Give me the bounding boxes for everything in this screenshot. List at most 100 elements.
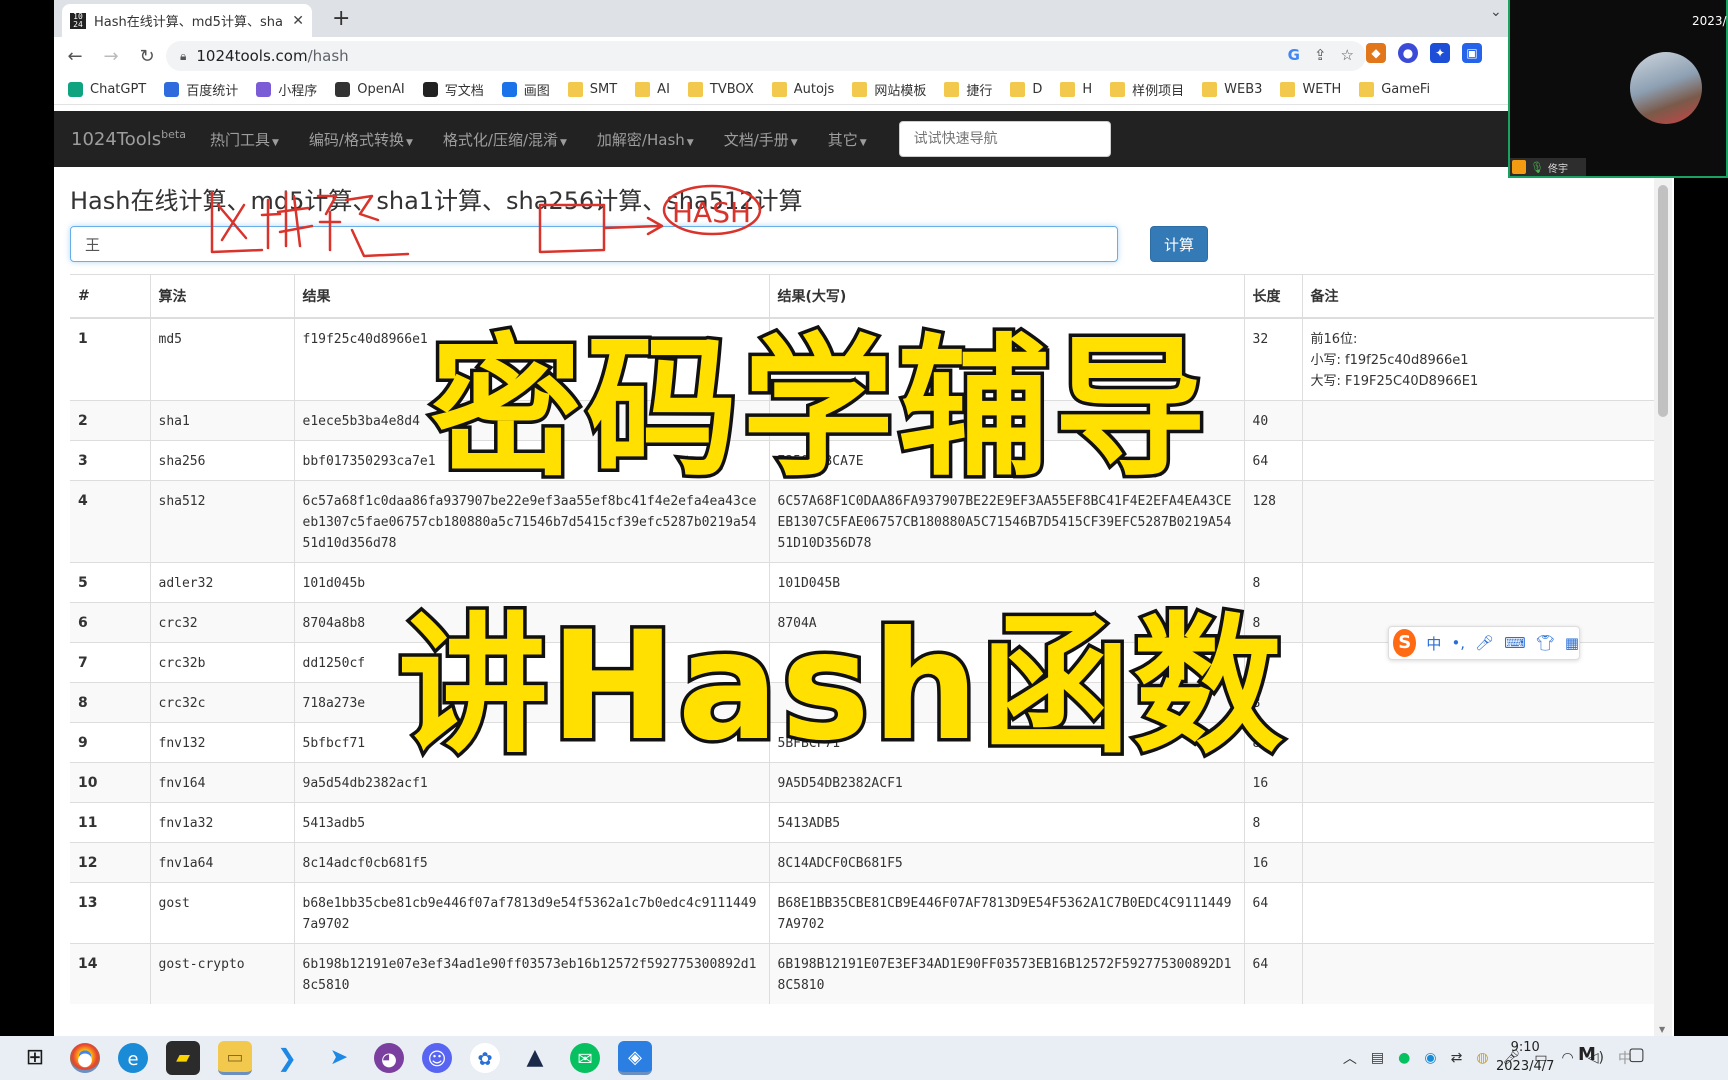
screen: 10 24 Hash在线计算、md5计算、sha ✕ + ⌄ ← → ↻ 🔒︎ 1… [0, 0, 1728, 1080]
ime-lang-toggle[interactable]: 中 [1426, 633, 1441, 654]
bookmark-item[interactable]: OpenAI [335, 82, 405, 97]
folder-icon [852, 82, 868, 97]
bookmark-item[interactable]: 捷行 [944, 80, 992, 99]
bookmark-item[interactable]: 网站模板 [852, 80, 926, 99]
bookmark-item[interactable]: 样例项目 [1110, 80, 1184, 99]
nav-other[interactable]: 其它 ▼ [828, 129, 867, 150]
toolbox-grid-icon[interactable]: ▦ [1565, 634, 1579, 652]
extension-user-icon[interactable]: ▣ [1462, 43, 1482, 63]
bookmark-item[interactable]: GameFi [1359, 82, 1430, 97]
notification-icon[interactable]: ▢ [1628, 1044, 1645, 1065]
microphone-icon[interactable]: 🎤︎ [1475, 634, 1494, 652]
bookmark-item[interactable]: ChatGPT [68, 82, 146, 97]
tray-settings-icon[interactable]: ⇄ [1451, 1050, 1463, 1066]
browser-window: 10 24 Hash在线计算、md5计算、sha ✕ + ⌄ ← → ↻ 🔒︎ 1… [54, 0, 1674, 1036]
algorithm-cell: sha512 [149, 480, 294, 563]
tray-cat-icon[interactable]: ◍ [1476, 1050, 1488, 1066]
tray-wifi-icon[interactable]: ◠ [1562, 1050, 1574, 1066]
bookmark-item[interactable]: D [1010, 82, 1042, 97]
sogou-logo-icon[interactable]: S [1393, 629, 1417, 657]
bookmark-label: WETH [1302, 82, 1342, 97]
bookmark-item[interactable]: 百度统计 [164, 80, 238, 99]
windows-taskbar: ⊞ ● e ▰ ▭ ❯ ➤ ◕ ☺ ✿ ▲ ✉ ◈ ︿ ▤ ● ◉ ⇄ ◍ 🎤︎… [0, 1036, 1728, 1080]
nav-format[interactable]: 格式化/压缩/混淆 ▼ [443, 129, 567, 150]
algorithm-cell: fnv164 [149, 762, 294, 803]
ime-floating-toolbar[interactable]: S 中 •, 🎤︎ ⌨ 👕︎ ▦ [1388, 626, 1580, 660]
browser-tab[interactable]: 10 24 Hash在线计算、md5计算、sha ✕ [62, 4, 312, 37]
nav-crypto-hash[interactable]: 加解密/Hash ▼ [597, 129, 694, 150]
sticky-notes-taskbar-icon[interactable]: ▰ [166, 1041, 200, 1075]
bookmark-label: TVBOX [709, 82, 754, 97]
bookmark-label: 样例项目 [1132, 84, 1185, 99]
overlay-caption-line2: 讲Hash函数 [395, 597, 1287, 778]
bookmark-item[interactable]: AI [635, 82, 670, 97]
bookmark-item[interactable]: 画图 [501, 80, 550, 99]
tab-search-chevron-icon[interactable]: ⌄ [1490, 4, 1502, 20]
tray-app-icon[interactable]: ▤ [1371, 1050, 1384, 1066]
new-tab-button[interactable]: + [332, 6, 350, 31]
back-arrow-icon[interactable]: ← [60, 46, 90, 67]
row-index: 10 [70, 762, 150, 803]
meeting-app-taskbar-icon[interactable]: ◈ [618, 1041, 652, 1075]
bookmark-star-icon[interactable]: ☆ [1341, 46, 1354, 64]
github-taskbar-icon[interactable]: ◕ [374, 1043, 404, 1073]
note-cell [1301, 842, 1658, 883]
nav-docs[interactable]: 文档/手册 ▼ [724, 129, 798, 150]
edge-taskbar-icon[interactable]: e [118, 1043, 148, 1073]
scrollbar-thumb[interactable] [1658, 185, 1668, 417]
ime-punctuation-toggle[interactable]: •, [1451, 634, 1465, 652]
tab-title: Hash在线计算、md5计算、sha [94, 15, 283, 30]
algorithm-cell: crc32b [149, 642, 294, 683]
chrome-taskbar-icon[interactable]: ● [70, 1043, 100, 1073]
skin-shirt-icon[interactable]: 👕︎ [1536, 634, 1555, 652]
result-upper-cell: 8C14ADCF0CB681F5 [768, 842, 1244, 883]
address-bar[interactable]: 🔒︎ 1024tools.com/hash G ⇪ ☆ [166, 41, 1366, 71]
bookmark-item[interactable]: 小程序 [256, 80, 317, 99]
tray-wechat-icon[interactable]: ● [1398, 1050, 1410, 1066]
bookmark-item[interactable]: SMT [567, 82, 617, 97]
vscode-taskbar-icon[interactable]: ❯ [270, 1041, 304, 1075]
keyboard-icon[interactable]: ⌨ [1504, 634, 1526, 652]
extension-icons: ◆ ● ✦ ▣ [1366, 43, 1482, 63]
row-index: 2 [70, 400, 150, 441]
bookmark-item[interactable]: WETH [1280, 82, 1341, 97]
reload-icon[interactable]: ↻ [132, 46, 162, 67]
windows-start-icon[interactable]: ⊞ [18, 1041, 52, 1075]
feishu-taskbar-icon[interactable]: ➤ [322, 1041, 356, 1075]
bookmark-item[interactable]: 写文档 [422, 80, 484, 99]
bookmark-item[interactable]: H [1060, 82, 1092, 97]
discord-taskbar-icon[interactable]: ☺ [422, 1043, 452, 1073]
note-cell [1301, 440, 1658, 481]
extension-circle-icon[interactable]: ● [1398, 43, 1418, 63]
share-icon[interactable]: ⇪ [1314, 46, 1327, 64]
algorithm-cell: gost-crypto [149, 943, 294, 1004]
bookmark-item[interactable]: WEB3 [1202, 82, 1262, 97]
bookmark-item[interactable]: TVBOX [687, 82, 754, 97]
tray-browser-icon[interactable]: ◉ [1424, 1050, 1436, 1066]
google-translate-icon[interactable]: G [1288, 46, 1300, 64]
bookmark-label: 画图 [523, 84, 550, 99]
calculate-button[interactable]: 计算 [1150, 226, 1208, 262]
cat-app-taskbar-icon[interactable]: ▲ [518, 1041, 552, 1075]
quick-nav-search-input[interactable] [898, 121, 1111, 157]
mi-logo-icon[interactable]: M [1578, 1044, 1596, 1065]
file-explorer-taskbar-icon[interactable]: ▭ [218, 1041, 252, 1075]
site-brand[interactable]: 1024Toolsbeta [71, 128, 186, 150]
forward-arrow-icon[interactable]: → [96, 46, 126, 67]
network-app-taskbar-icon[interactable]: ✿ [470, 1043, 500, 1073]
length-cell: 64 [1243, 882, 1302, 944]
page-scrollbar[interactable]: ▼ [1654, 177, 1672, 1036]
taskbar-clock[interactable]: 9:10 2023/4/7 [1496, 1038, 1554, 1076]
bookmark-label: Autojs [793, 82, 835, 97]
bookmark-item[interactable]: Autojs [771, 82, 835, 97]
chatgpt-icon [68, 82, 83, 97]
nav-encoding[interactable]: 编码/格式转换 ▼ [309, 129, 413, 150]
scroll-down-arrow-icon[interactable]: ▼ [1659, 1025, 1665, 1034]
extension-bluebird-icon[interactable]: ✦ [1430, 43, 1450, 63]
tab-close-icon[interactable]: ✕ [292, 13, 304, 29]
tray-overflow-chevron-icon[interactable]: ︿ [1343, 1048, 1357, 1068]
nav-hot-tools[interactable]: 热门工具 ▼ [210, 129, 279, 150]
metamask-extension-icon[interactable]: ◆ [1366, 43, 1386, 63]
hash-input-field[interactable] [70, 226, 1118, 262]
wechat-taskbar-icon[interactable]: ✉ [570, 1043, 600, 1073]
